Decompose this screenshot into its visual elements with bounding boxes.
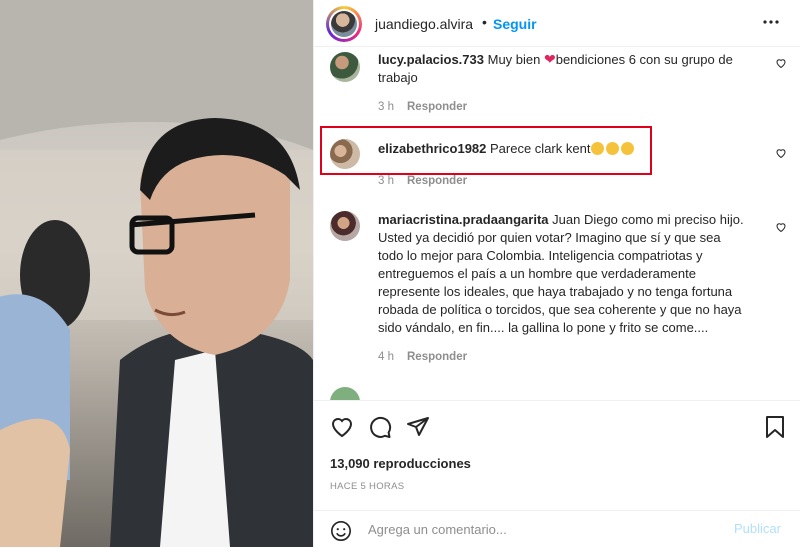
video-frame-illustration (0, 0, 313, 547)
like-comment-heart-icon[interactable] (775, 57, 787, 72)
grimacing-emoji-icon (590, 142, 635, 156)
post-header: juandiego.alvira • Seguir (314, 0, 800, 47)
comment-text-line2: trabajo (378, 70, 418, 85)
comment-icon[interactable] (368, 415, 392, 444)
comment-text: Muy bien (484, 52, 544, 67)
post-panel: juandiego.alvira • Seguir lucy.palacios.… (313, 0, 800, 547)
post-actions: 13,090 reproducciones HACE 5 HORAS (314, 400, 800, 511)
comment-time: 3 h (378, 101, 394, 113)
comment-text-cont: bendiciones 6 con su grupo de (555, 52, 733, 67)
emoji-smile-icon[interactable] (330, 520, 352, 547)
post-video[interactable] (0, 0, 313, 547)
reply-button[interactable]: Responder (407, 175, 467, 187)
reply-button[interactable]: Responder (407, 351, 467, 363)
heart-emoji-icon: ❤ (543, 51, 556, 67)
comment-text: Parece clark kent (486, 141, 591, 156)
like-comment-heart-icon[interactable] (775, 221, 787, 236)
comment-username[interactable]: mariacristina.pradaangarita (378, 212, 549, 227)
comment-text-line1: Juan Diego como mi preciso hijo. (548, 212, 744, 227)
commenter-avatar[interactable] (330, 387, 360, 400)
comment-text-line7: sido vándalo, en fin.... la gallina lo p… (378, 320, 709, 335)
header-separator: • (482, 14, 487, 30)
author-username[interactable]: juandiego.alvira (375, 16, 473, 32)
comment-time: 3 h (378, 175, 394, 187)
view-count[interactable]: 13,090 reproducciones (330, 456, 471, 471)
like-heart-icon[interactable] (330, 415, 354, 444)
comment-username[interactable]: elizabethrico1982 (378, 141, 486, 156)
author-avatar[interactable] (326, 6, 362, 42)
comments-list[interactable]: lucy.palacios.733 Muy bien ❤bendiciones … (314, 47, 800, 400)
comment-text-line6: robada de política o torcidos, que sea c… (378, 302, 742, 317)
like-comment-heart-icon[interactable] (775, 147, 787, 162)
commenter-avatar[interactable] (330, 52, 360, 82)
comment-time: 4 h (378, 351, 394, 363)
reply-button[interactable]: Responder (407, 101, 467, 113)
comment-text-line4: entreguemos el país a un hombre que verd… (378, 266, 696, 281)
follow-button[interactable]: Seguir (493, 16, 537, 32)
commenter-avatar[interactable] (330, 211, 360, 241)
add-comment-bar: Publicar (314, 510, 800, 548)
publish-button[interactable]: Publicar (734, 521, 781, 536)
comment-input[interactable] (368, 519, 668, 539)
comment-text-line3: todo lo mejor para Colombia. Inteligenci… (378, 248, 703, 263)
post-timestamp[interactable]: HACE 5 HORAS (330, 481, 404, 492)
share-paper-plane-icon[interactable] (406, 415, 430, 444)
comment-text-line2: Usted ya decidió por quien votar? Imagin… (378, 230, 721, 245)
commenter-avatar[interactable] (330, 139, 360, 169)
comment-username[interactable]: lucy.palacios.733 (378, 52, 484, 67)
bookmark-icon[interactable] (764, 415, 786, 444)
comment-text-line5: represente los ideales, que haya trabaja… (378, 284, 733, 299)
ellipsis-icon[interactable] (762, 10, 780, 36)
